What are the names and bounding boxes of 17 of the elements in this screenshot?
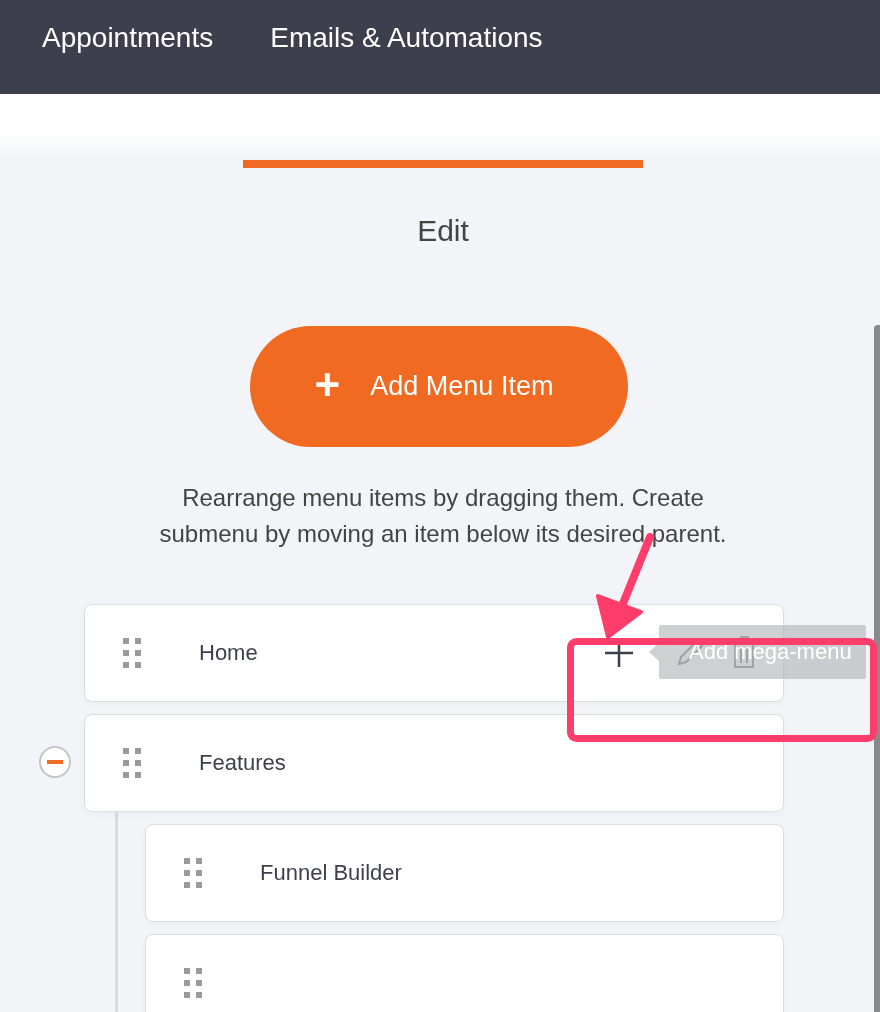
menu-item-label: Features: [199, 750, 286, 776]
scrollbar[interactable]: [874, 325, 880, 1012]
instruction-text: Rearrange menu items by dragging them. Create submenu by moving an item below its desired parent.: [158, 483, 728, 549]
drag-handle-icon[interactable]: [184, 968, 204, 998]
section-title: Edit: [417, 214, 469, 249]
drag-handle-icon[interactable]: [123, 748, 143, 778]
tooltip: Add mega-menu: [659, 625, 866, 679]
menu-item-label: Funnel Builder: [260, 860, 402, 886]
collapse-toggle[interactable]: [39, 746, 71, 778]
nav-link[interactable]: Appointments: [42, 22, 214, 54]
drag-handle-icon[interactable]: [123, 638, 143, 668]
menu-item-card[interactable]: Funnel Builder: [145, 824, 784, 922]
minus-icon: [47, 760, 63, 764]
drag-handle-icon[interactable]: [184, 858, 204, 888]
nav-link[interactable]: Emails & Automations: [270, 22, 543, 54]
menu-item-label: Home: [199, 640, 258, 666]
tooltip-pointer: [649, 643, 659, 661]
